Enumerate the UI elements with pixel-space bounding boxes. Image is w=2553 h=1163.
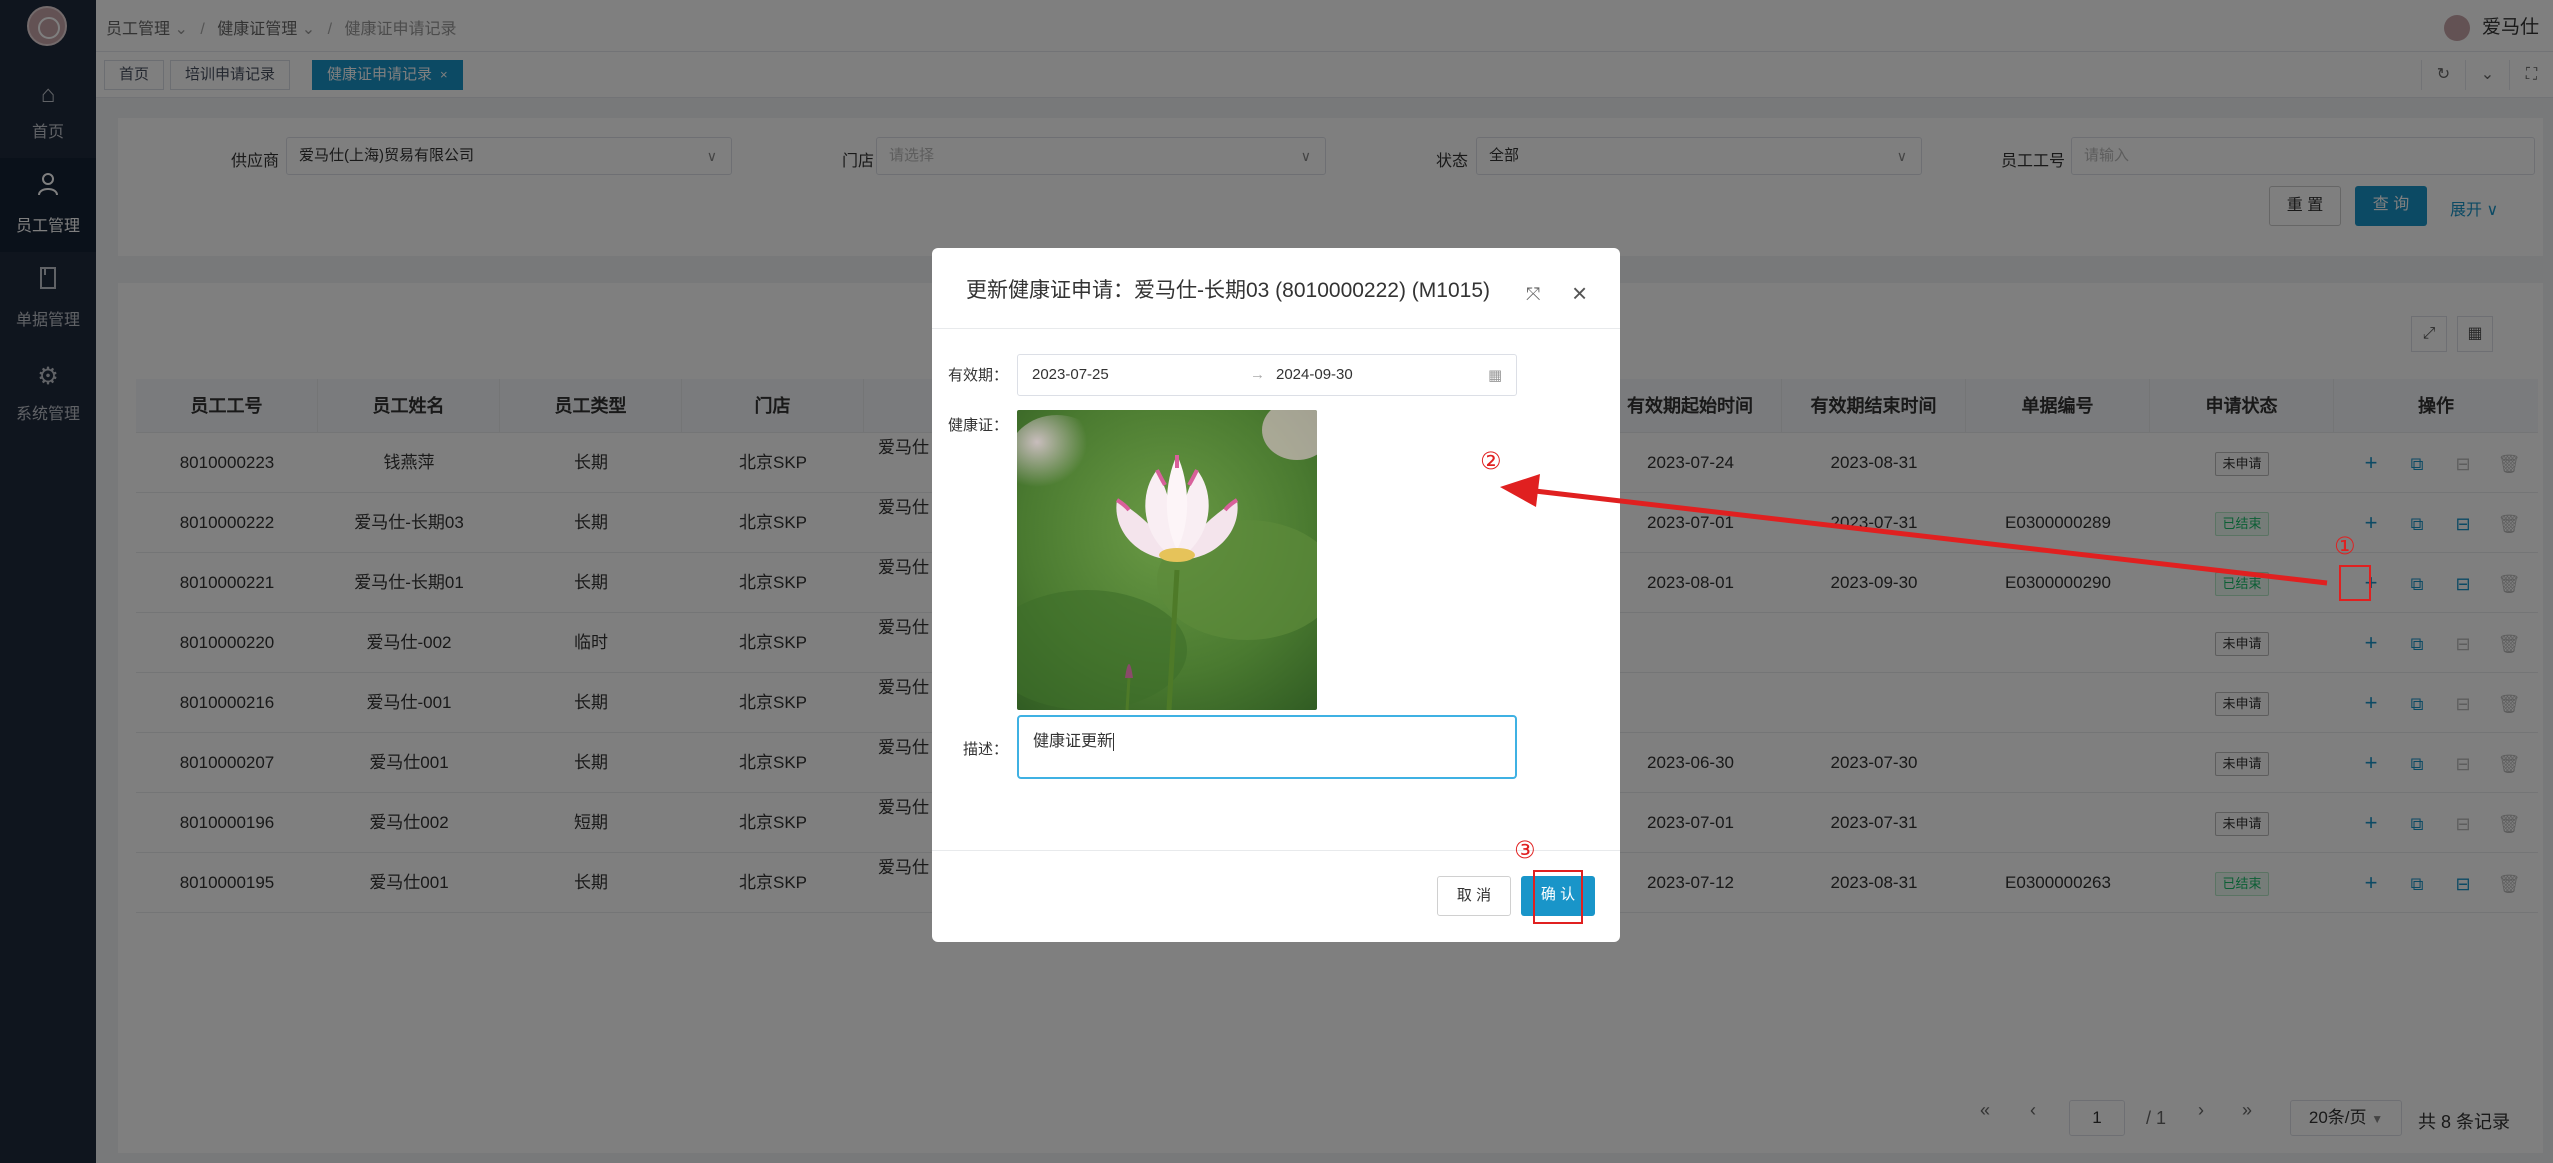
annotation-step-3: ③ [1514,837,1536,864]
annotation-arrow [1500,474,2328,586]
annotation-box-confirm [1533,870,1583,924]
